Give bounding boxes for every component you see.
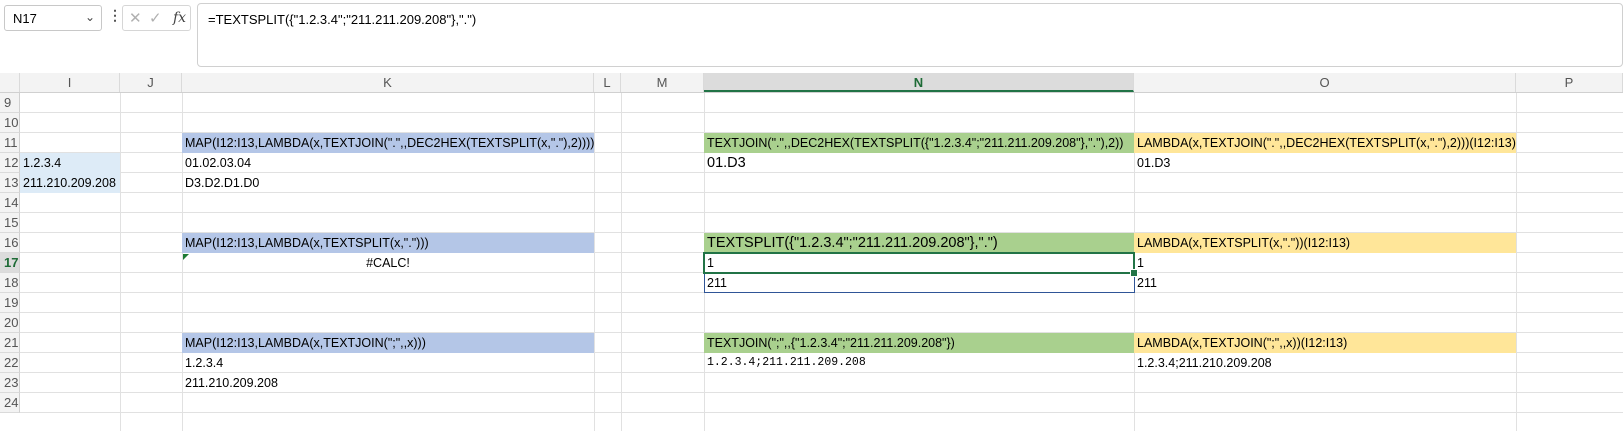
row-header-14[interactable]: 14 xyxy=(0,193,20,213)
cell-n17[interactable]: 1 xyxy=(704,253,1134,273)
cell-k13[interactable]: D3.D2.D1.D0 xyxy=(182,173,594,193)
formula-input[interactable]: =TEXTSPLIT({"1.2.3.4";"211.211.209.208"}… xyxy=(197,3,1623,67)
row-header-20[interactable]: 20 xyxy=(0,313,20,333)
row-header-24[interactable]: 24 xyxy=(0,393,20,413)
column-header-l[interactable]: L xyxy=(594,73,621,92)
formula-buttons: ✕ ✓ fx xyxy=(122,5,191,31)
row-header-11[interactable]: 11 xyxy=(0,133,20,153)
name-box[interactable]: N17 ⌄ xyxy=(4,5,102,31)
cell-k11[interactable]: MAP(I12:I13,LAMBDA(x,TEXTJOIN(".",,DEC2H… xyxy=(182,133,594,153)
row-header-21[interactable]: 21 xyxy=(0,333,20,353)
row-header-13[interactable]: 13 xyxy=(0,173,20,193)
cell-k22[interactable]: 1.2.3.4 xyxy=(182,353,594,373)
cell-n21[interactable]: TEXTJOIN(";",,{"1.2.3.4";"211.211.209.20… xyxy=(704,333,1134,353)
column-header-p[interactable]: P xyxy=(1516,73,1623,92)
formula-bar-area: N17 ⌄ ⋮ ✕ ✓ fx =TEXTSPLIT({"1.2.3.4";"21… xyxy=(0,0,1623,73)
column-header-i[interactable]: I xyxy=(20,73,120,92)
column-headers: I J K L M N O P xyxy=(0,73,1623,93)
cell-k12[interactable]: 01.02.03.04 xyxy=(182,153,594,173)
row-header-22[interactable]: 22 xyxy=(0,353,20,373)
select-all-corner[interactable] xyxy=(0,73,20,92)
cell-k21[interactable]: MAP(I12:I13,LAMBDA(x,TEXTJOIN(";",,x))) xyxy=(182,333,594,353)
cell-o21[interactable]: LAMBDA(x,TEXTJOIN(";",,x))(I12:I13) xyxy=(1134,333,1516,353)
cell-o12[interactable]: 01.D3 xyxy=(1134,153,1516,173)
cell-i13[interactable]: 211.210.209.208 xyxy=(20,173,120,193)
spreadsheet-grid[interactable]: 9 10 11 12 13 14 15 16 17 18 19 20 21 22… xyxy=(0,93,1623,431)
cell-n12[interactable]: 01.D3 xyxy=(704,153,1134,173)
cell-o17[interactable]: 1 xyxy=(1134,253,1516,273)
row-header-9[interactable]: 9 xyxy=(0,93,20,113)
cell-k17[interactable]: #CALC! xyxy=(182,253,594,273)
cell-n16[interactable]: TEXTSPLIT({"1.2.3.4";"211.211.209.208"},… xyxy=(704,233,1134,253)
cell-o11[interactable]: LAMBDA(x,TEXTJOIN(".",,DEC2HEX(TEXTSPLIT… xyxy=(1134,133,1516,153)
column-header-j[interactable]: J xyxy=(120,73,182,92)
formula-text: =TEXTSPLIT({"1.2.3.4";"211.211.209.208"}… xyxy=(208,12,477,27)
row-header-12[interactable]: 12 xyxy=(0,153,20,173)
cell-n11[interactable]: TEXTJOIN(".",,DEC2HEX(TEXTSPLIT({"1.2.3.… xyxy=(704,133,1134,153)
column-header-n[interactable]: N xyxy=(704,73,1134,92)
cell-n18[interactable]: 211 xyxy=(704,273,1134,293)
cell-k16[interactable]: MAP(I12:I13,LAMBDA(x,TEXTSPLIT(x,"."))) xyxy=(182,233,594,253)
row-header-16[interactable]: 16 xyxy=(0,233,20,253)
column-header-k[interactable]: K xyxy=(182,73,594,92)
column-header-o[interactable]: O xyxy=(1134,73,1516,92)
column-header-m[interactable]: M xyxy=(621,73,704,92)
error-indicator-icon xyxy=(183,254,189,260)
fill-handle[interactable] xyxy=(1130,269,1138,277)
row-header-17[interactable]: 17 xyxy=(0,253,20,273)
row-header-18[interactable]: 18 xyxy=(0,273,20,293)
insert-function-icon[interactable]: fx xyxy=(173,10,186,26)
cell-n22[interactable]: 1.2.3.4;211.211.209.208 xyxy=(704,353,1134,373)
cell-k23[interactable]: 211.210.209.208 xyxy=(182,373,594,393)
cancel-icon[interactable]: ✕ xyxy=(129,9,142,27)
row-header-19[interactable]: 19 xyxy=(0,293,20,313)
cell-o22[interactable]: 1.2.3.4;211.210.209.208 xyxy=(1134,353,1516,373)
cell-o16[interactable]: LAMBDA(x,TEXTSPLIT(x,"."))(I12:I13) xyxy=(1134,233,1516,253)
row-header-23[interactable]: 23 xyxy=(0,373,20,393)
name-box-value: N17 xyxy=(13,11,37,26)
row-header-10[interactable]: 10 xyxy=(0,113,20,133)
check-icon[interactable]: ✓ xyxy=(149,9,162,27)
cell-i12[interactable]: 1.2.3.4 xyxy=(20,153,120,173)
row-header-15[interactable]: 15 xyxy=(0,213,20,233)
more-options-icon[interactable]: ⋮ xyxy=(108,7,122,24)
chevron-down-icon[interactable]: ⌄ xyxy=(85,10,95,24)
cell-o18[interactable]: 211 xyxy=(1134,273,1516,293)
